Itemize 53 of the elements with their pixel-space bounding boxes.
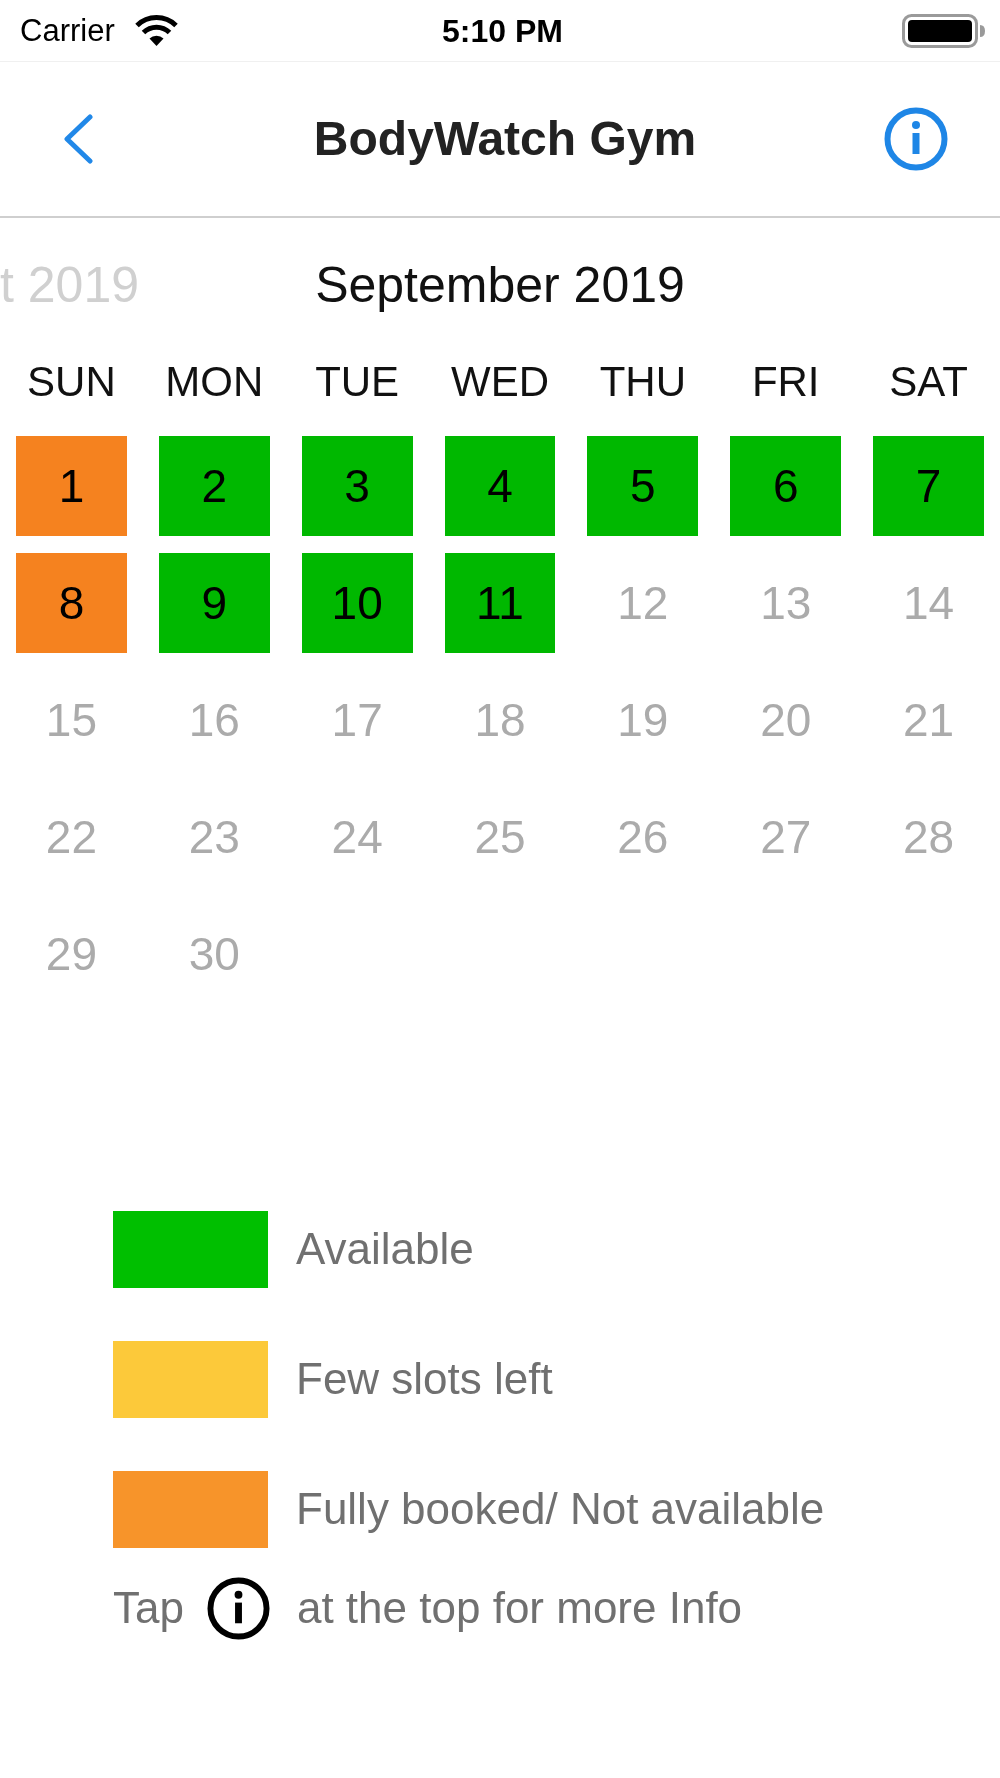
day-tile[interactable]: 7: [873, 436, 984, 536]
day-number: 17: [331, 693, 383, 747]
day-number: 22: [45, 810, 97, 864]
day-tile[interactable]: 11: [444, 553, 556, 653]
weekday-label: SAT: [889, 357, 968, 407]
screen-title: BodyWatch Gym: [313, 111, 697, 168]
day-number: 21: [903, 693, 955, 747]
weekday-label: SUN: [27, 357, 116, 407]
day-number: 14: [903, 576, 955, 630]
back-button[interactable]: [62, 114, 94, 164]
day-number: 19: [617, 693, 669, 747]
day-number: 23: [188, 810, 240, 864]
day-tile[interactable]: 2: [158, 436, 270, 536]
day-number: 16: [188, 693, 240, 747]
day-tile[interactable]: 8: [16, 553, 127, 653]
info-icon: [884, 107, 948, 171]
day-number: 28: [903, 810, 955, 864]
day-tile[interactable]: 1: [16, 436, 127, 536]
day-number: 15: [45, 693, 97, 747]
day-number: 29: [45, 927, 97, 981]
legend-label: Fully booked/ Not available: [296, 1484, 825, 1535]
info-icon: [206, 1577, 270, 1640]
info-button[interactable]: [884, 107, 948, 171]
day-tile[interactable]: 5: [587, 436, 699, 536]
day-number: 25: [474, 810, 526, 864]
carrier-label: Carrier: [20, 15, 115, 46]
wifi-icon: [133, 15, 179, 46]
weekday-label: WED: [451, 357, 549, 407]
hint-text: at the top for more Info: [296, 1583, 743, 1634]
day-number: 24: [331, 810, 383, 864]
weekday-label: THU: [599, 357, 686, 407]
weekday-label: MON: [165, 357, 264, 407]
day-number: 26: [617, 810, 669, 864]
legend-label: Available: [296, 1224, 474, 1275]
hint-text: Tap: [113, 1583, 184, 1634]
day-tile[interactable]: 3: [301, 436, 413, 536]
weekday-label: FRI: [751, 357, 820, 407]
day-number: 18: [474, 693, 526, 747]
month-title: September 2019: [315, 257, 685, 315]
day-tile[interactable]: 10: [301, 553, 413, 653]
day-number: 12: [617, 576, 669, 630]
day-number: 13: [760, 576, 812, 630]
weekday-label: TUE: [315, 357, 400, 407]
back-chevron-icon: [62, 114, 94, 164]
legend-label: Few slots left: [296, 1354, 553, 1405]
day-number: 20: [760, 693, 812, 747]
day-number: 27: [760, 810, 812, 864]
day-tile[interactable]: 9: [158, 553, 270, 653]
day-tile[interactable]: 6: [730, 436, 842, 536]
day-tile[interactable]: 4: [444, 436, 556, 536]
battery-icon: [902, 13, 985, 48]
status-time: 5:10 PM: [442, 14, 563, 47]
day-number: 30: [188, 927, 240, 981]
